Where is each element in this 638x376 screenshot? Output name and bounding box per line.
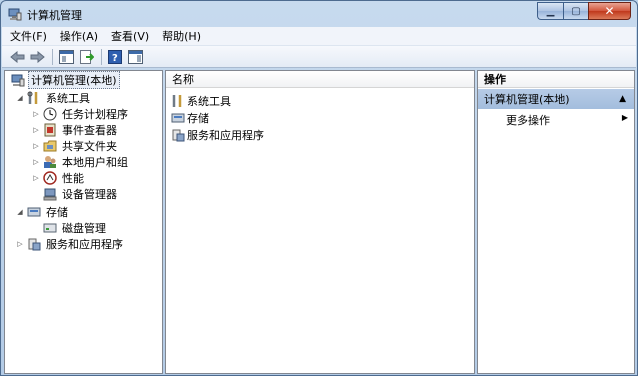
toolbar-separator — [52, 48, 53, 65]
close-icon: ✕ — [604, 4, 615, 18]
close-button[interactable]: ✕ — [588, 2, 631, 20]
help-icon: ? — [108, 49, 122, 64]
action-pane-header: 操作 — [478, 71, 634, 88]
menu-view[interactable]: 查看(V) — [111, 28, 149, 44]
forward-button[interactable] — [29, 48, 46, 65]
action-section-computer-management[interactable]: 计算机管理(本地) ▲ — [478, 89, 634, 109]
collapse-icon[interactable]: ◢ — [15, 208, 25, 216]
action-section-label: 计算机管理(本地) — [484, 93, 570, 106]
disk-icon — [43, 221, 57, 235]
services-icon — [27, 237, 41, 251]
forward-arrow-icon — [30, 50, 45, 63]
tree-label: 系统工具 — [46, 92, 90, 105]
toolbar-separator — [101, 48, 102, 65]
action-pane-title: 操作 — [484, 73, 506, 86]
show-action-pane-button[interactable] — [127, 48, 144, 65]
device-manager-icon — [43, 187, 57, 201]
caption-buttons: ▁ ▢ ✕ — [537, 2, 631, 20]
tree-label: 本地用户和组 — [62, 156, 128, 169]
menu-action[interactable]: 操作(A) — [60, 28, 98, 44]
tools-icon — [171, 94, 185, 108]
users-icon — [43, 155, 57, 169]
tree-item-services-apps[interactable]: ▷ 服务和应用程序 — [15, 236, 125, 252]
storage-icon — [171, 111, 185, 125]
tree-item-root[interactable]: 计算机管理(本地) — [9, 71, 120, 89]
submenu-arrow-icon[interactable]: ▶ — [622, 113, 628, 122]
event-viewer-icon — [43, 123, 57, 137]
list-item-system-tools[interactable]: 系统工具 — [171, 93, 231, 109]
list-item-label: 系统工具 — [187, 95, 231, 108]
tree-label: 服务和应用程序 — [46, 238, 123, 251]
action-pane-icon — [128, 49, 143, 64]
tree-item-disk-management[interactable]: 磁盘管理 — [31, 220, 108, 236]
console-tree-icon — [59, 49, 74, 64]
title-bar[interactable]: 计算机管理 ▁ ▢ ✕ — [1, 1, 637, 27]
tree-item-task-scheduler[interactable]: ▷ 任务计划程序 — [31, 106, 130, 122]
menu-help[interactable]: 帮助(H) — [162, 28, 201, 44]
tree-label: 磁盘管理 — [62, 222, 106, 235]
performance-icon — [43, 171, 57, 185]
tree-label: 计算机管理(本地) — [28, 71, 120, 89]
tree-label: 任务计划程序 — [62, 108, 128, 121]
tools-icon — [27, 91, 41, 105]
list-item-label: 存储 — [187, 112, 209, 125]
menu-bar: 文件(F) 操作(A) 查看(V) 帮助(H) — [2, 27, 636, 46]
export-list-icon — [80, 49, 94, 64]
help-button[interactable]: ? — [107, 48, 124, 65]
tree-item-storage[interactable]: ◢ 存储 — [15, 204, 70, 220]
column-header-label: 名称 — [172, 73, 194, 86]
window-title: 计算机管理 — [27, 9, 82, 22]
export-list-button[interactable] — [78, 48, 95, 65]
toolbar: ? — [2, 46, 636, 68]
console-tree[interactable]: 计算机管理(本地) ◢ 系统工具 ▷ 任务计划程序 ▷ 事件查看器 ▷ 共享文件… — [4, 70, 163, 374]
maximize-icon: ▢ — [571, 5, 581, 17]
collapse-icon[interactable]: ◢ — [15, 94, 25, 102]
tree-label: 性能 — [62, 172, 84, 185]
content-list[interactable]: 名称 系统工具 存储 服务和应用程序 — [165, 70, 475, 374]
expand-icon[interactable]: ▷ — [31, 126, 41, 134]
tree-item-device-manager[interactable]: 设备管理器 — [31, 186, 119, 202]
clock-icon — [43, 107, 57, 121]
services-icon — [171, 128, 185, 142]
computer-management-window: 计算机管理 ▁ ▢ ✕ 文件(F) 操作(A) 查看(V) 帮助(H) ? 计算… — [0, 0, 638, 376]
tree-label: 设备管理器 — [62, 188, 117, 201]
column-header-name[interactable]: 名称 — [166, 71, 474, 88]
minimize-icon: ▁ — [546, 5, 555, 17]
tree-label: 存储 — [46, 206, 68, 219]
minimize-button[interactable]: ▁ — [537, 2, 563, 20]
tree-item-shared-folders[interactable]: ▷ 共享文件夹 — [31, 138, 119, 154]
more-actions-link[interactable]: 更多操作 — [506, 112, 550, 128]
back-button[interactable] — [9, 48, 26, 65]
back-arrow-icon — [10, 50, 25, 63]
show-hide-tree-button[interactable] — [58, 48, 75, 65]
maximize-button[interactable]: ▢ — [563, 2, 588, 20]
tree-item-system-tools[interactable]: ◢ 系统工具 — [15, 90, 92, 106]
expand-icon[interactable]: ▷ — [31, 174, 41, 182]
tree-item-performance[interactable]: ▷ 性能 — [31, 170, 86, 186]
expand-icon[interactable]: ▷ — [31, 110, 41, 118]
list-item-services-apps[interactable]: 服务和应用程序 — [171, 127, 264, 143]
list-item-storage[interactable]: 存储 — [171, 110, 209, 126]
action-pane: 操作 计算机管理(本地) ▲ 更多操作 ▶ — [477, 70, 635, 374]
computer-management-icon — [8, 7, 22, 21]
tree-item-event-viewer[interactable]: ▷ 事件查看器 — [31, 122, 119, 138]
expand-icon[interactable]: ▷ — [31, 158, 41, 166]
shared-folder-icon — [43, 139, 57, 153]
list-item-label: 服务和应用程序 — [187, 129, 264, 142]
storage-icon — [27, 205, 41, 219]
tree-item-local-users[interactable]: ▷ 本地用户和组 — [31, 154, 130, 170]
collapse-arrow-icon[interactable]: ▲ — [619, 94, 626, 104]
tree-label: 事件查看器 — [62, 124, 117, 137]
svg-text:?: ? — [112, 53, 118, 64]
menu-file[interactable]: 文件(F) — [10, 28, 47, 44]
expand-icon[interactable]: ▷ — [31, 142, 41, 150]
tree-label: 共享文件夹 — [62, 140, 117, 153]
expand-icon[interactable]: ▷ — [15, 240, 25, 248]
computer-management-icon — [11, 73, 25, 87]
